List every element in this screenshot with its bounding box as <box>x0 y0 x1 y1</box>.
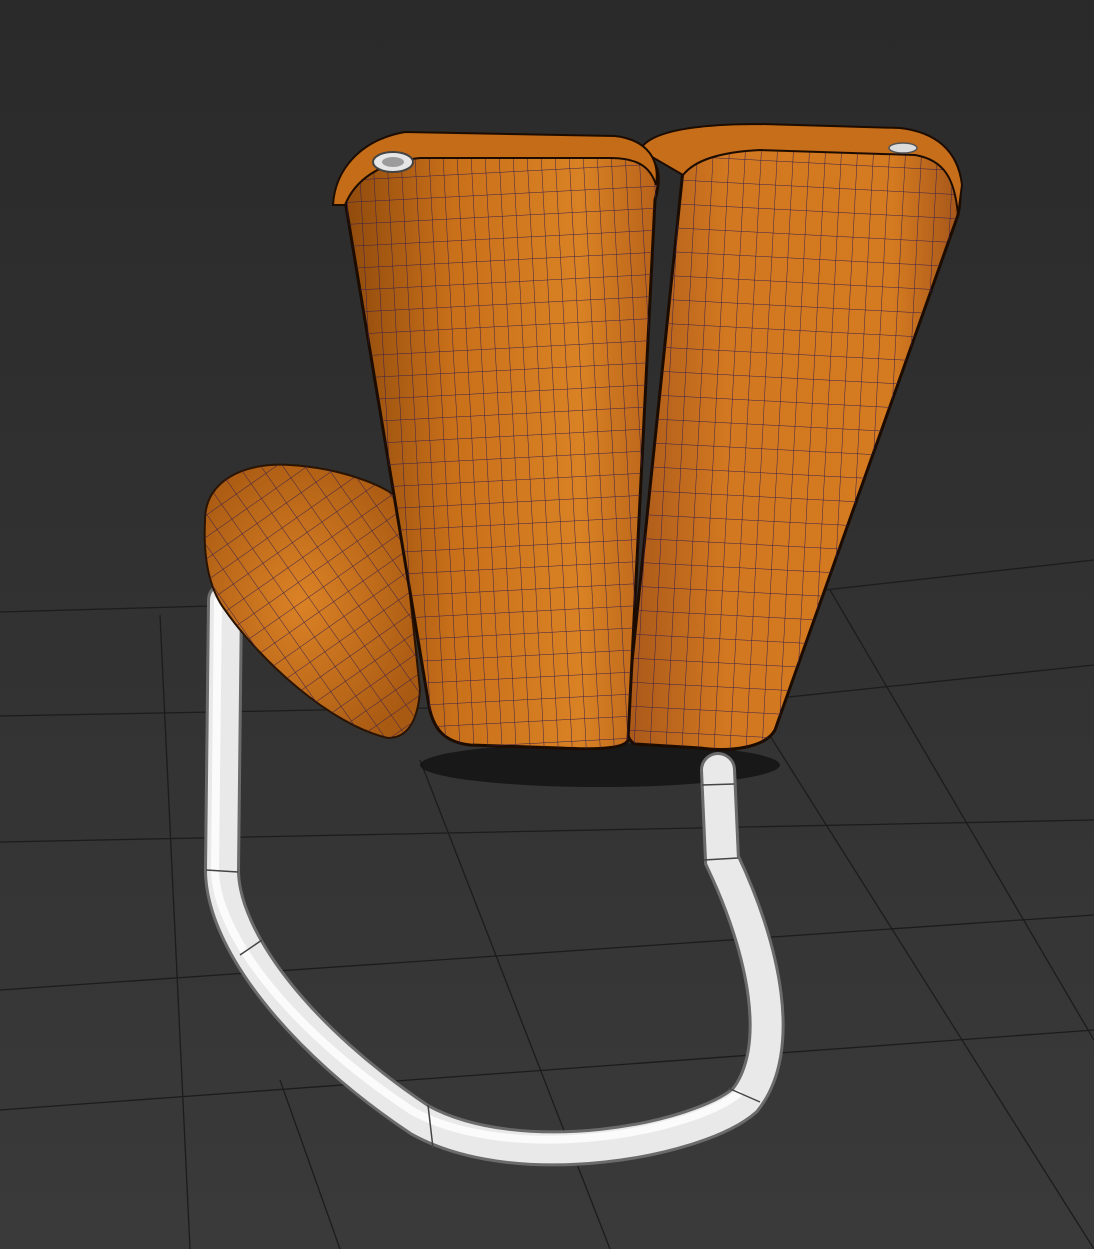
viewport-canvas[interactable] <box>0 0 1094 1249</box>
cap-detail-right <box>888 142 918 154</box>
cap-detail-left-inner <box>382 157 404 167</box>
backrest-right-cushion[interactable] <box>620 120 970 760</box>
3d-viewport[interactable] <box>0 0 1094 1249</box>
